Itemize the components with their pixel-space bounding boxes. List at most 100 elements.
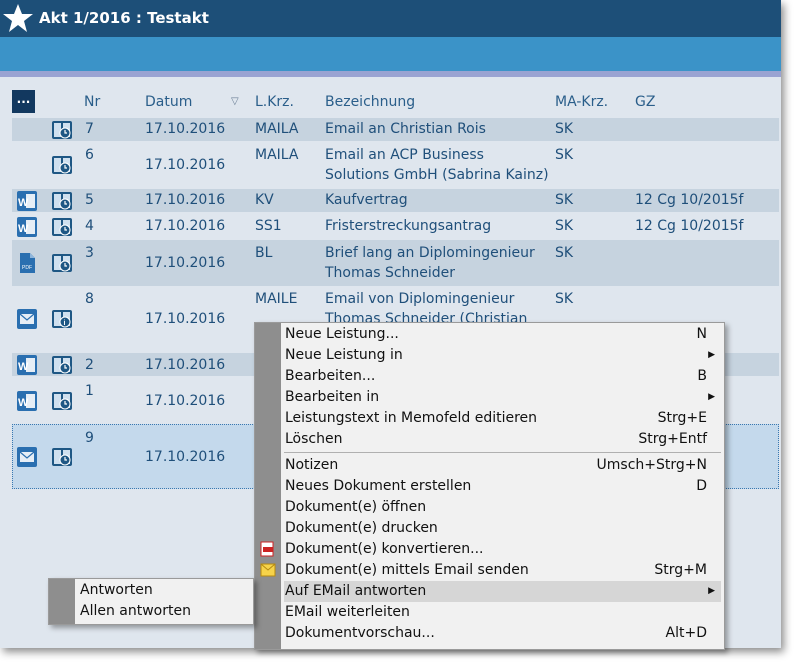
cell-datum: 17.10.2016	[145, 192, 226, 208]
book-clock-icon	[52, 192, 72, 210]
menu-item-email-weiterleiten[interactable]: EMail weiterleiten	[284, 602, 721, 623]
menu-item-dokument-email-senden[interactable]: Dokument(e) mittels Email senden Strg+M	[284, 560, 721, 581]
cell-ma: SK	[555, 147, 574, 163]
svg-text:W: W	[18, 197, 29, 209]
column-chooser-button[interactable]: ...	[12, 90, 35, 113]
svg-text:PDF: PDF	[22, 265, 32, 271]
title-bar: Akt 1/2016 : Testakt	[0, 0, 781, 37]
cell-bezeichnung: Email von Diplomingenieur	[325, 291, 515, 307]
cell-ma: SK	[555, 192, 574, 208]
cell-ma: SK	[555, 245, 574, 261]
cell-datum: 17.10.2016	[145, 449, 226, 465]
cell-datum: 17.10.2016	[145, 157, 226, 173]
submenu-arrow-icon: ▶	[708, 350, 715, 360]
submenu-arrow-icon: ▶	[708, 586, 715, 596]
mail-send-icon	[260, 563, 276, 577]
cell-datum: 17.10.2016	[145, 218, 226, 234]
book-clock-icon	[52, 218, 72, 236]
menu-item-neue-leistung-in[interactable]: Neue Leistung in ▶	[284, 345, 721, 366]
cell-nr: 2	[85, 357, 94, 373]
cell-datum: 17.10.2016	[145, 311, 226, 327]
menu-item-bearbeiten-in[interactable]: Bearbeiten in ▶	[284, 387, 721, 408]
menu-item-bearbeiten[interactable]: Bearbeiten... B	[284, 366, 721, 387]
submenu-arrow-icon: ▶	[708, 392, 715, 402]
cell-bezeichnung: Kaufvertrag	[325, 192, 408, 208]
pdf-icon: PDF	[20, 253, 35, 273]
cell-gz: 12 Cg 10/2015f	[635, 192, 744, 208]
word-icon: W	[17, 391, 37, 411]
cell-bezeichnung: Email an Christian Rois	[325, 121, 486, 137]
cell-nr: 9	[85, 430, 94, 446]
cell-bezeichnung: Brief lang an Diplomingenieur	[325, 245, 535, 261]
header-bezeichnung[interactable]: Bezeichnung	[325, 94, 415, 110]
menu-item-neues-dokument[interactable]: Neues Dokument erstellen D	[284, 476, 721, 497]
book-clock-icon	[52, 448, 72, 466]
cell-nr: 4	[85, 218, 94, 234]
toolbar	[0, 37, 781, 71]
cell-lkrz: MAILE	[255, 291, 298, 307]
mail-icon	[17, 447, 37, 467]
cell-nr: 1	[85, 383, 94, 399]
cell-nr: 7	[85, 121, 94, 137]
header-gz[interactable]: GZ	[635, 94, 655, 110]
header-datum[interactable]: Datum	[145, 94, 192, 110]
cell-ma: SK	[555, 218, 574, 234]
menu-item-auf-email-antworten[interactable]: Auf EMail antworten ▶	[284, 581, 721, 602]
cell-bezeichnung: Fristerstreckungsantrag	[325, 218, 492, 234]
window-title: Akt 1/2016 : Testakt	[39, 9, 209, 27]
menu-icon-strip	[255, 323, 281, 649]
svg-text:W: W	[18, 223, 29, 235]
book-clock-icon	[52, 356, 72, 374]
header-lkrz[interactable]: L.Krz.	[255, 94, 294, 110]
cell-lkrz: KV	[255, 192, 274, 208]
svg-text:W: W	[18, 361, 29, 373]
book-clock-icon	[52, 392, 72, 410]
cell-datum: 17.10.2016	[145, 255, 226, 271]
cell-nr: 8	[85, 291, 94, 307]
cell-bezeichnung-line2: Solutions GmbH (Sabrina Kainz)	[325, 167, 549, 183]
cell-lkrz: MAILA	[255, 121, 299, 137]
word-icon: W	[17, 355, 37, 375]
reply-submenu: Antworten Allen antworten	[48, 578, 254, 625]
cell-ma: SK	[555, 121, 574, 137]
mail-icon	[17, 309, 37, 329]
menu-item-memofeld[interactable]: Leistungstext in Memofeld editieren Strg+…	[284, 408, 721, 429]
star-icon[interactable]	[2, 2, 34, 34]
menu-item-loeschen[interactable]: Löschen Strg+Entf	[284, 429, 721, 450]
svg-text:W: W	[18, 397, 29, 409]
submenu-item-allen-antworten[interactable]: Allen antworten	[80, 603, 191, 619]
word-icon: W	[17, 191, 37, 211]
cell-datum: 17.10.2016	[145, 121, 226, 137]
svg-text:i: i	[64, 320, 66, 327]
pdf-convert-icon	[260, 541, 274, 557]
book-clock-icon	[52, 156, 72, 174]
cell-nr: 5	[85, 192, 94, 208]
cell-nr: 6	[85, 147, 94, 163]
cell-bezeichnung: Email an ACP Business	[325, 147, 484, 163]
menu-item-neue-leistung[interactable]: Neue Leistung... N	[284, 324, 721, 345]
menu-item-dokument-konvertieren[interactable]: Dokument(e) konvertieren...	[284, 539, 721, 560]
menu-item-dokumentvorschau[interactable]: Dokumentvorschau... Alt+D	[284, 623, 721, 644]
book-clock-icon	[52, 121, 72, 139]
cell-lkrz: SS1	[255, 218, 282, 234]
cell-datum: 17.10.2016	[145, 393, 226, 409]
submenu-icon-strip	[49, 579, 75, 624]
sort-indicator-icon: ▽	[231, 96, 239, 107]
book-info-icon: i	[52, 310, 72, 328]
cell-lkrz: MAILA	[255, 147, 299, 163]
menu-item-dokument-drucken[interactable]: Dokument(e) drucken	[284, 518, 721, 539]
menu-item-dokument-oeffnen[interactable]: Dokument(e) öffnen	[284, 497, 721, 518]
word-icon: W	[17, 217, 37, 237]
submenu-item-antworten[interactable]: Antworten	[80, 582, 153, 598]
header-makrz[interactable]: MA-Krz.	[555, 94, 608, 110]
menu-separator	[284, 452, 721, 453]
cell-bezeichnung-line2: Thomas Schneider	[325, 265, 456, 281]
menu-item-notizen[interactable]: Notizen Umsch+Strg+N	[284, 455, 721, 476]
cell-lkrz: BL	[255, 245, 273, 261]
book-clock-icon	[52, 254, 72, 272]
cell-nr: 3	[85, 245, 94, 261]
header-nr[interactable]: Nr	[84, 94, 100, 110]
cell-ma: SK	[555, 291, 574, 307]
context-menu: Neue Leistung... N Neue Leistung in ▶ Bear…	[254, 322, 725, 650]
cell-gz: 12 Cg 10/2015f	[635, 218, 744, 234]
